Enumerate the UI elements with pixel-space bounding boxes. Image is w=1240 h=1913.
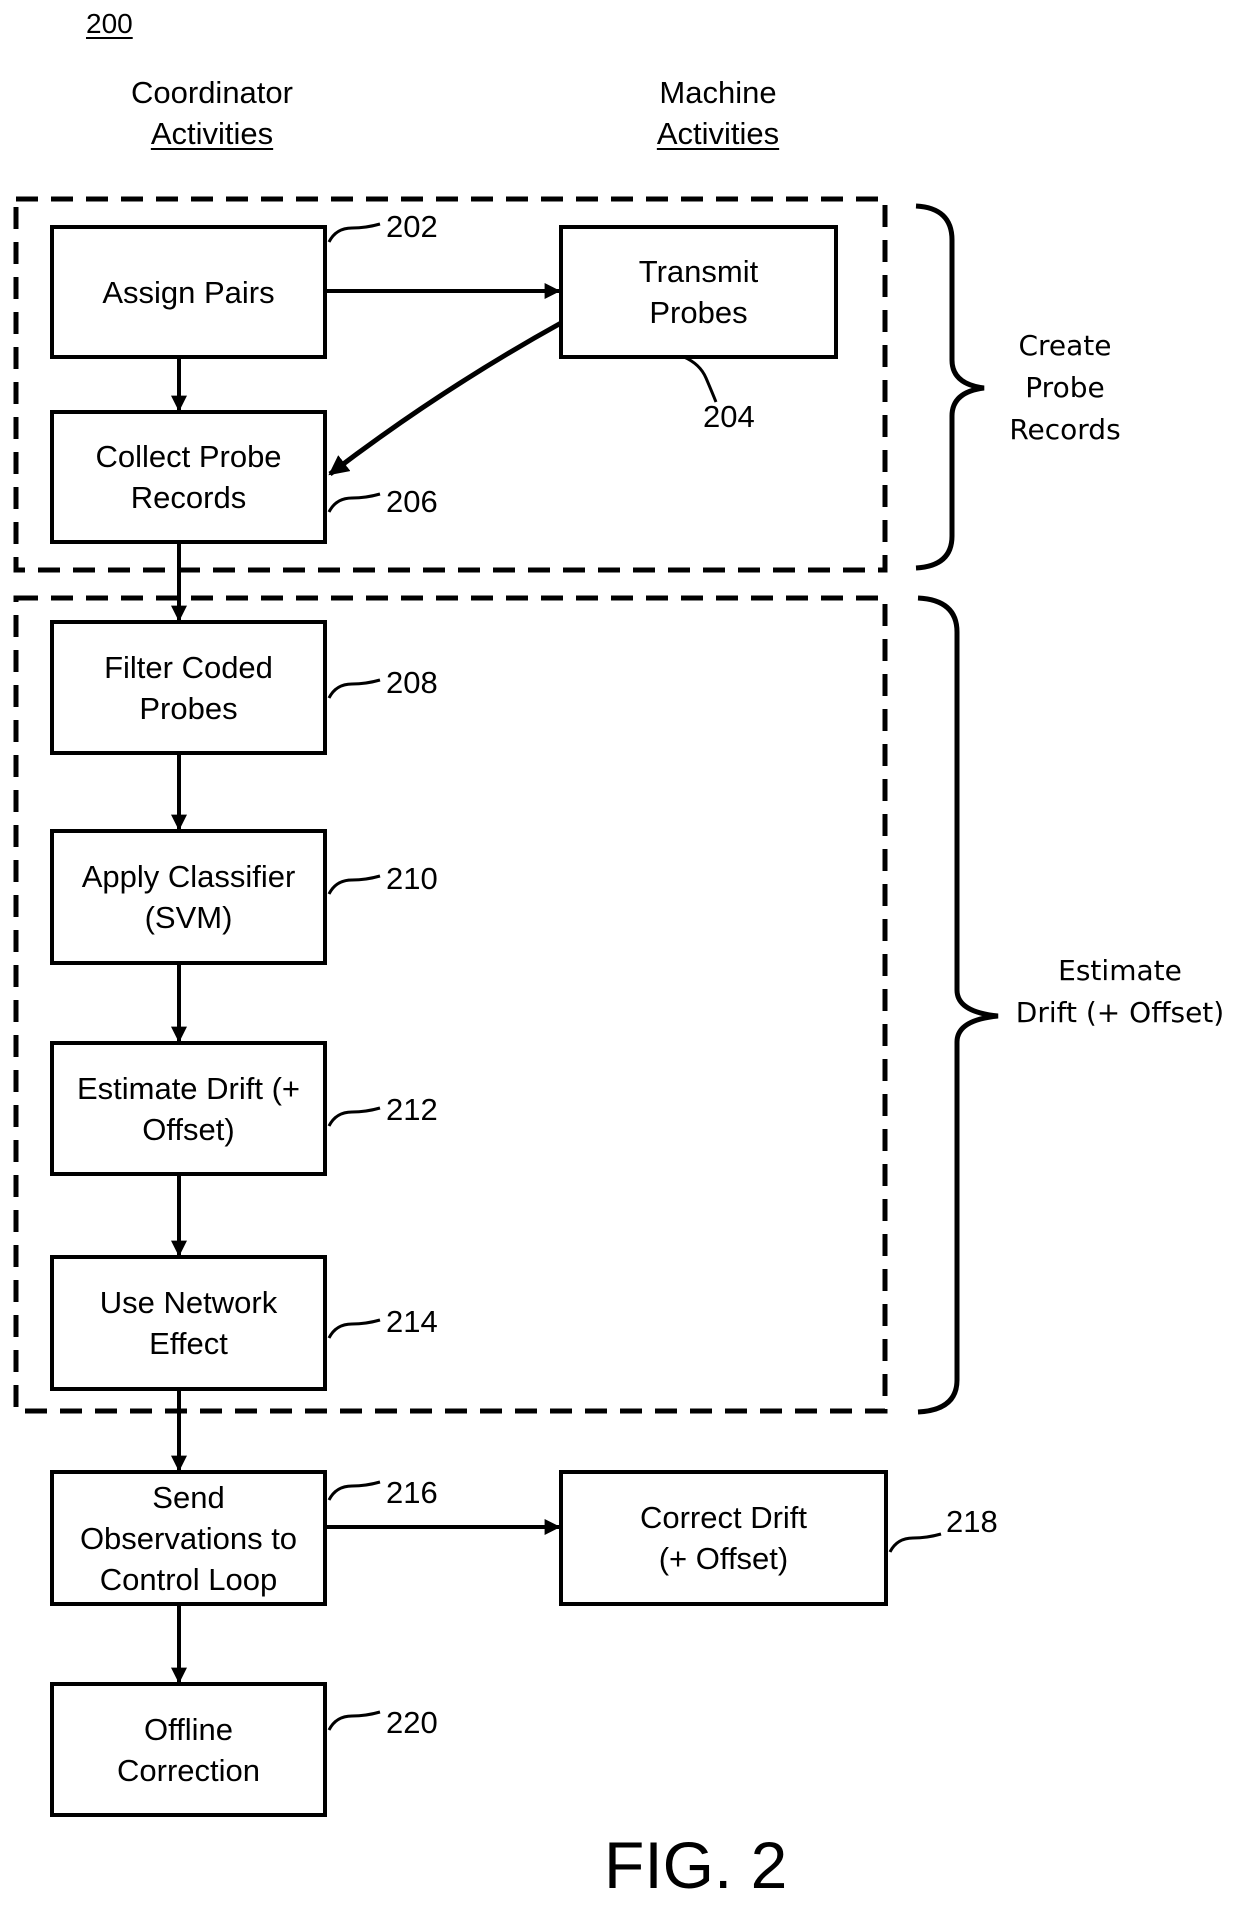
leader-210 [327, 874, 381, 895]
step-transmit-probes: Transmit Probes [559, 225, 838, 359]
step-filter-coded-probes: Filter Coded Probes [50, 620, 327, 755]
group-label-estimate-drift: Estimate Drift (+ Offset) [1015, 954, 1225, 1029]
figure-reference-number: 200 [86, 8, 133, 39]
arrow-transmit-to-collect [328, 320, 563, 476]
group-label-create-probe-records: Create Probe Records [1009, 329, 1121, 446]
leader-212 [327, 1106, 381, 1127]
ref-202: 202 [386, 209, 438, 244]
leader-214 [327, 1318, 381, 1339]
column-header-machine-line2: Activities [656, 116, 780, 151]
leader-202 [327, 222, 381, 243]
step-send-observations: Send Observations to Control Loop [50, 1470, 327, 1606]
column-header-coordinator-line1: Coordinator [131, 75, 293, 110]
column-header-coordinator: Coordinator Activities [100, 72, 324, 154]
step-assign-pairs: Assign Pairs [50, 225, 327, 359]
ref-204: 204 [703, 399, 755, 434]
leader-220 [327, 1710, 381, 1731]
brace-create-probe-records [915, 203, 985, 571]
ref-208: 208 [386, 665, 438, 700]
step-correct-drift: Correct Drift (+ Offset) [559, 1470, 888, 1606]
ref-220: 220 [386, 1705, 438, 1740]
ref-210: 210 [386, 861, 438, 896]
leader-204 [683, 355, 718, 403]
brace-estimate-drift [917, 595, 999, 1415]
leader-218 [888, 1532, 942, 1553]
leader-216 [327, 1480, 381, 1501]
step-estimate-drift: Estimate Drift (+ Offset) [50, 1041, 327, 1176]
step-apply-classifier: Apply Classifier (SVM) [50, 829, 327, 965]
ref-212: 212 [386, 1092, 438, 1127]
ref-214: 214 [386, 1304, 438, 1339]
step-offline-correction: Offline Correction [50, 1682, 327, 1817]
step-collect-probe-records: Collect Probe Records [50, 410, 327, 544]
ref-216: 216 [386, 1475, 438, 1510]
leader-206 [327, 492, 381, 513]
ref-218: 218 [946, 1504, 998, 1539]
column-header-coordinator-line2: Activities [150, 116, 274, 151]
leader-208 [327, 678, 381, 699]
step-use-network-effect: Use Network Effect [50, 1255, 327, 1391]
column-header-machine-line1: Machine [659, 75, 777, 110]
ref-206: 206 [386, 484, 438, 519]
figure-caption: FIG. 2 [604, 1828, 788, 1902]
column-header-machine: Machine Activities [620, 72, 816, 154]
